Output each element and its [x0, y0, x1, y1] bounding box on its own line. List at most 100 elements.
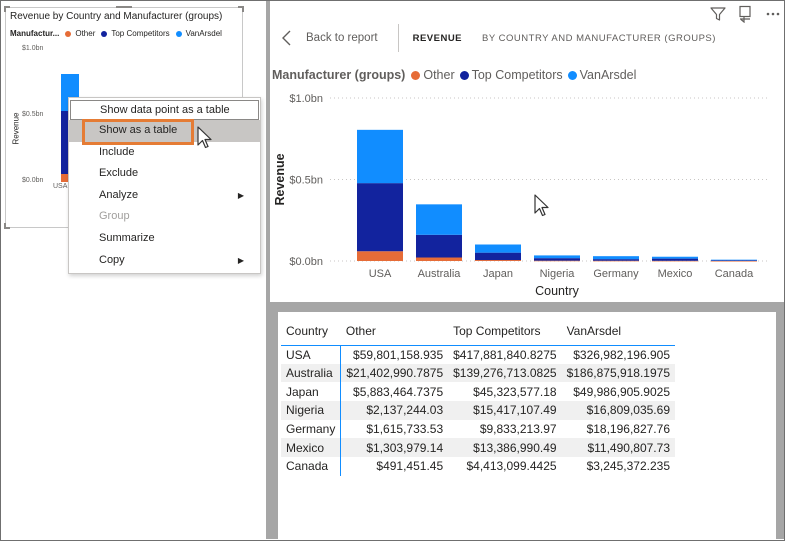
legend-dot-other — [411, 70, 421, 80]
table-cell-value: $11,490,807.73 — [561, 438, 675, 458]
resize-handle[interactable] — [4, 223, 10, 229]
table-cell-country: USA — [281, 345, 342, 364]
menu-item-group: Group — [69, 206, 260, 228]
x-tick-label: Canada — [715, 268, 754, 280]
table-row: USA $59,801,158.935 $417,881,840.8275 $326,… — [281, 345, 675, 364]
column-header-top-competitors[interactable]: Top Competitors — [448, 318, 562, 346]
mouse-pointer-icon — [534, 194, 549, 217]
more-options-icon[interactable] — [766, 11, 780, 17]
menu-item-exclude[interactable]: Exclude — [69, 163, 260, 185]
table-header-row: Country Other Top Competitors VanArsdel — [281, 318, 675, 346]
table-cell-value: $49,986,905.9025 — [573, 384, 670, 399]
table-row: Nigeria $2,137,244.03 $15,417,107.49 $16,80… — [281, 401, 675, 420]
legend-label: VanArsdel — [579, 68, 637, 82]
table-cell-value: $326,982,196.905 — [573, 347, 670, 362]
back-chevron-icon[interactable] — [280, 29, 294, 47]
mini-y-axis-label: Revenue — [11, 112, 21, 145]
bar-segment-top-competitors — [416, 234, 462, 258]
column-header-vanarsdel[interactable]: VanArsdel — [561, 318, 675, 346]
pane-divider-horizontal — [270, 302, 784, 312]
filter-icon[interactable] — [710, 6, 726, 22]
legend-label: Other — [423, 68, 455, 82]
column-header-country[interactable]: Country — [281, 318, 341, 346]
x-tick-label: USA — [369, 268, 392, 280]
mini-legend-title: Manufactur... — [10, 29, 60, 38]
legend-entry-top-competitors[interactable]: Top Competitors — [459, 68, 563, 82]
menu-item-analyze[interactable]: Analyze ▶ — [69, 185, 260, 207]
menu-item-summarize[interactable]: Summarize — [69, 228, 260, 250]
bar-segment-other — [711, 260, 757, 262]
bar-segment-other — [475, 260, 521, 261]
resize-handle[interactable] — [238, 6, 244, 12]
data-table-panel: Country Other Top Competitors VanArsdel … — [278, 312, 776, 539]
y-axis-label: Revenue — [273, 153, 287, 205]
menu-item-copy[interactable]: Copy ▶ — [69, 250, 260, 272]
highlight-annotation — [82, 119, 194, 145]
focus-mode-icon[interactable] — [738, 5, 754, 23]
bar-segment-vanarsdel — [357, 129, 403, 184]
pane-border — [270, 312, 278, 539]
nav-separator — [397, 24, 399, 52]
bar-segment-other — [357, 251, 403, 261]
bar-segment-top-competitors — [652, 258, 698, 261]
focus-mode-pane: Back to report REVENUE BY COUNTRY AND MA… — [270, 1, 784, 539]
mini-x-tick: USA — [53, 183, 68, 190]
bar-segment-vanarsdel — [652, 256, 698, 259]
menu-item-label: Copy — [99, 253, 125, 266]
legend-entry-other[interactable]: Other — [411, 68, 455, 82]
bar-segment-other — [593, 260, 639, 262]
y-tick-label: $1.0bn — [289, 93, 323, 105]
x-tick-label: Mexico — [658, 268, 693, 280]
bar-segment-vanarsdel — [534, 255, 580, 259]
stacked-column-chart: $0.0bn $0.5bn $1.0bn Revenue USA Australia Jap… — [273, 93, 770, 298]
tab-revenue[interactable]: REVENUE — [413, 33, 462, 44]
table-cell-value: $139,276,713.0825 — [448, 363, 562, 383]
bar-segment-other — [652, 260, 698, 262]
table-cell-value: $9,833,213.97 — [479, 422, 557, 437]
bar-segment-other — [534, 260, 580, 262]
x-tick-label: Australia — [418, 268, 462, 280]
menu-item-label: Analyze — [99, 188, 139, 201]
legend-dot-top-competitors — [459, 70, 469, 80]
menu-item-label: Group — [99, 210, 130, 223]
table-cell-value: $4,413,099.4425 — [466, 459, 557, 474]
menu-item-show-data-point-as-table[interactable]: Show data point as a table — [70, 100, 259, 120]
bar-segment-vanarsdel — [475, 244, 521, 253]
bar-segment-top-competitors — [593, 259, 639, 261]
report-canvas: Revenue by Country and Manufacturer (gro… — [1, 1, 265, 539]
x-tick-label: Germany — [593, 268, 639, 280]
focus-nav-bar: Back to report REVENUE BY COUNTRY AND MA… — [280, 23, 736, 53]
mini-y-tick: $1.0bn — [22, 45, 44, 52]
table-row: Germany $1,615,733.53 $9,833,213.97 $18,196… — [281, 419, 675, 439]
table-cell-country: Japan — [281, 382, 342, 402]
legend-dot-vanarsdel — [567, 70, 577, 80]
bar-segment-top-competitors — [357, 183, 403, 252]
table-cell-value: $21,402,990.7875 — [340, 363, 449, 383]
table-row: Japan $5,883,464.7375 $45,323,577.18 $49,98… — [281, 382, 675, 402]
bar-segment-vanarsdel — [711, 259, 757, 261]
bar-segment-vanarsdel — [416, 204, 462, 235]
table-cell-country: Canada — [281, 457, 342, 476]
column-header-other[interactable]: Other — [340, 318, 449, 346]
table-row: Mexico $1,303,979.14 $13,386,990.49 $11,490… — [281, 438, 675, 458]
table-cell-country: Germany — [281, 419, 342, 439]
table-cell-value: $15,417,107.49 — [448, 401, 562, 420]
tab-by-country-and-manufacturer[interactable]: BY COUNTRY AND MANUFACTURER (GROUPS) — [482, 33, 716, 44]
mini-legend-entry: Other — [75, 29, 96, 38]
table-cell-country: Mexico — [281, 438, 342, 458]
bar-segment-other — [416, 257, 462, 261]
legend-label: Top Competitors — [471, 68, 563, 82]
x-tick-label: Japan — [483, 268, 513, 280]
legend-entry-vanarsdel[interactable]: VanArsdel — [567, 68, 637, 82]
table-row: Australia $21,402,990.7875 $139,276,713.08… — [281, 363, 675, 383]
bar-segment-top-competitors — [711, 260, 757, 261]
bar-segment-vanarsdel — [593, 256, 639, 260]
submenu-arrow-icon: ▶ — [237, 255, 244, 265]
table-cell-value: $18,196,827.76 — [586, 422, 670, 437]
back-to-report-link[interactable]: Back to report — [306, 32, 378, 44]
table-cell-value: $1,303,979.14 — [340, 438, 449, 458]
chart-legend: Manufacturer (groups) Other Top Competit… — [272, 68, 641, 82]
table-cell-value: $16,809,035.69 — [561, 401, 675, 420]
table-cell-country: Australia — [281, 363, 342, 383]
y-tick-label: $0.5bn — [289, 175, 323, 187]
